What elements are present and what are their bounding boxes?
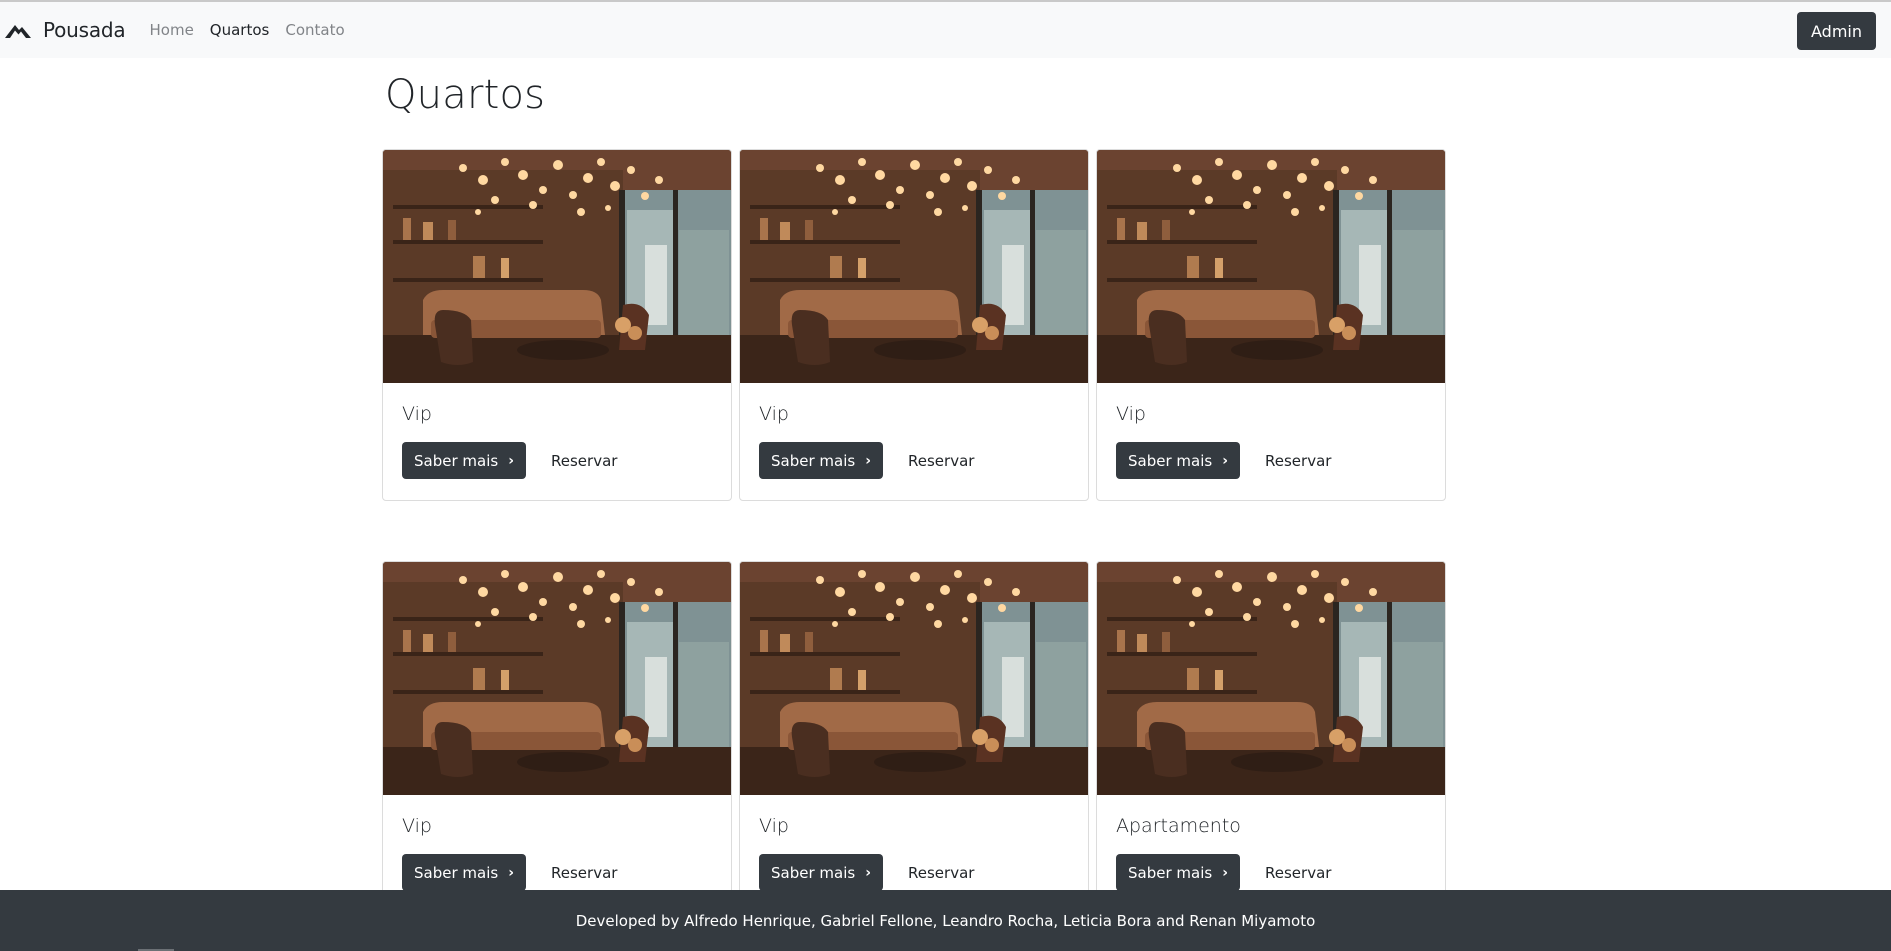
nav-contato[interactable]: Contato — [285, 21, 344, 39]
mountain-logo-icon — [5, 25, 31, 38]
nav-quartos[interactable]: Quartos — [210, 21, 270, 39]
room-photo — [1097, 150, 1446, 383]
room-card: Vip Saber mais › Reservar — [382, 561, 732, 913]
nav-links: Home Quartos Contato — [150, 21, 361, 39]
reservar-button[interactable]: Reservar — [908, 854, 974, 891]
room-photo — [740, 150, 1089, 383]
saber-mais-label: Saber mais — [1128, 451, 1213, 470]
footer: Developed by Alfredo Henrique, Gabriel F… — [0, 890, 1891, 951]
chevron-right-icon: › — [508, 864, 514, 881]
saber-mais-button[interactable]: Saber mais › — [1116, 854, 1240, 891]
reservar-button[interactable]: Reservar — [551, 854, 617, 891]
saber-mais-label: Saber mais — [771, 451, 856, 470]
room-card-title: Vip — [1116, 403, 1146, 425]
room-photo — [383, 150, 732, 383]
room-card: Vip Saber mais › Reservar — [382, 149, 732, 501]
reservar-button[interactable]: Reservar — [1265, 854, 1331, 891]
admin-button[interactable]: Admin — [1797, 12, 1876, 50]
saber-mais-button[interactable]: Saber mais › — [402, 442, 526, 479]
saber-mais-label: Saber mais — [771, 863, 856, 882]
saber-mais-label: Saber mais — [414, 451, 499, 470]
room-card-title: Vip — [759, 403, 789, 425]
reservar-button[interactable]: Reservar — [908, 442, 974, 479]
saber-mais-button[interactable]: Saber mais › — [759, 442, 883, 479]
saber-mais-button[interactable]: Saber mais › — [402, 854, 526, 891]
room-card: Vip Saber mais › Reservar — [739, 149, 1089, 501]
chevron-right-icon: › — [865, 452, 871, 469]
page-title: Quartos — [385, 72, 546, 118]
room-card-title: Vip — [759, 815, 789, 837]
room-card: Apartamento Saber mais › Reservar — [1096, 561, 1446, 913]
nav-home[interactable]: Home — [150, 21, 194, 39]
footer-credits: Developed by Alfredo Henrique, Gabriel F… — [575, 911, 1316, 930]
room-photo — [1097, 562, 1446, 795]
room-card-title: Vip — [402, 403, 432, 425]
room-card-title: Vip — [402, 815, 432, 837]
room-card-title: Apartamento — [1116, 815, 1241, 837]
reservar-button[interactable]: Reservar — [551, 442, 617, 479]
navbar: Pousada Home Quartos Contato Admin — [0, 2, 1891, 58]
room-photo — [383, 562, 732, 795]
brand-name: Pousada — [43, 18, 126, 42]
saber-mais-label: Saber mais — [1128, 863, 1213, 882]
room-photo — [740, 562, 1089, 795]
saber-mais-button[interactable]: Saber mais › — [1116, 442, 1240, 479]
chevron-right-icon: › — [865, 864, 871, 881]
saber-mais-label: Saber mais — [414, 863, 499, 882]
reservar-button[interactable]: Reservar — [1265, 442, 1331, 479]
room-card: Vip Saber mais › Reservar — [739, 561, 1089, 913]
chevron-right-icon: › — [1222, 864, 1228, 881]
chevron-right-icon: › — [508, 452, 514, 469]
brand-link[interactable]: Pousada — [5, 18, 126, 42]
saber-mais-button[interactable]: Saber mais › — [759, 854, 883, 891]
chevron-right-icon: › — [1222, 452, 1228, 469]
room-card: Vip Saber mais › Reservar — [1096, 149, 1446, 501]
